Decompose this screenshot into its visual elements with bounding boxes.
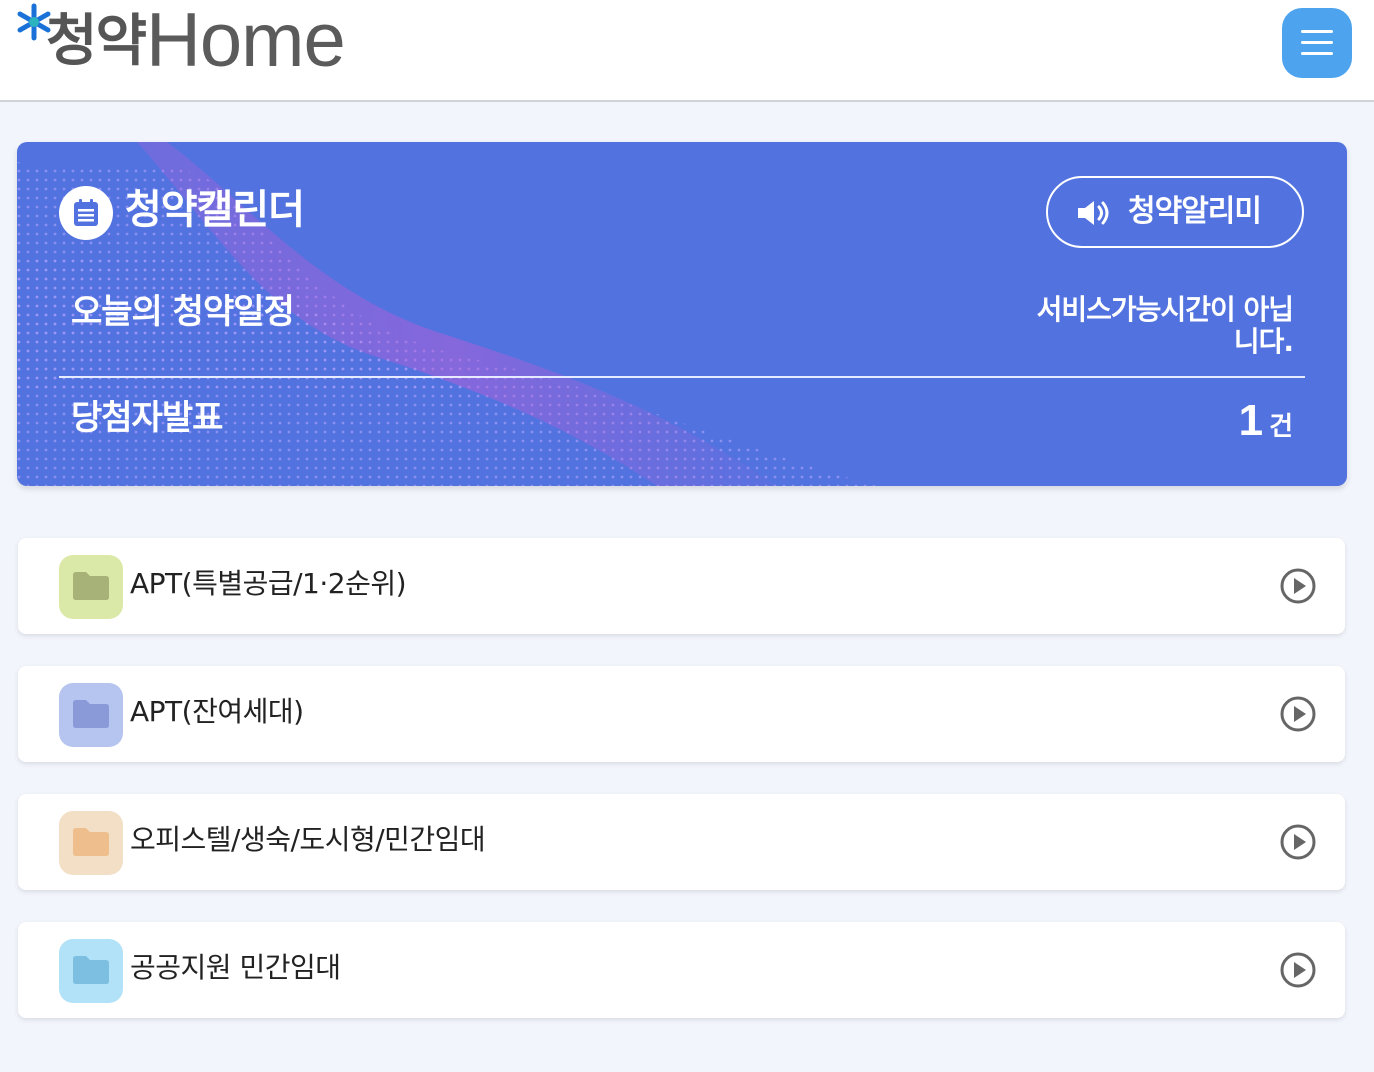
alarm-button-label: 청약알리미 [1128, 195, 1262, 228]
play-circle-icon [1280, 696, 1316, 732]
calendar-divider [59, 376, 1305, 378]
category-label: 공공지원 민간임대 [130, 951, 341, 984]
winner-count-unit: 건 [1269, 412, 1293, 442]
category-label: APT(잔여세대) [130, 695, 304, 728]
winner-announcement-label[interactable]: 당첨자발표 [71, 394, 223, 442]
speaker-icon [1078, 201, 1109, 225]
folder-icon [73, 572, 109, 600]
folder-icon [73, 700, 109, 728]
app-header: 청약 Home [0, 0, 1374, 102]
play-circle-icon [1280, 952, 1316, 988]
folder-icon-badge [59, 811, 123, 875]
folder-icon [73, 828, 109, 856]
category-apt-remaining-units[interactable]: APT(잔여세대) [18, 666, 1345, 762]
site-logo[interactable]: 청약 Home [14, 0, 374, 83]
subscription-alarm-button[interactable]: 청약알리미 [1046, 176, 1304, 248]
logo-korean-text: 청약 [46, 9, 147, 74]
today-schedule-label: 오늘의 청약일정 [71, 292, 295, 332]
folder-icon-badge [59, 939, 123, 1003]
category-officetel-private-rental[interactable]: 오피스텔/생숙/도시형/민간임대 [18, 794, 1345, 890]
folder-icon-badge [59, 683, 123, 747]
calendar-title: 청약캘린더 [125, 187, 305, 233]
category-label: APT(특별공급/1·2순위) [130, 567, 407, 600]
calendar-icon-badge [59, 186, 113, 240]
folder-icon [73, 956, 109, 984]
logo-english-text: Home [146, 0, 346, 83]
category-apt-special-supply[interactable]: APT(특별공급/1·2순위) [18, 538, 1345, 634]
subscription-calendar-card: 청약캘린더 청약알리미 오늘의 청약일정 서비스가능시간이 아닙니다. 당첨자발… [17, 142, 1347, 486]
calendar-icon [74, 199, 98, 226]
winner-announcement-count[interactable]: 1건 [1239, 396, 1293, 446]
play-circle-icon [1280, 568, 1316, 604]
folder-icon-badge [59, 555, 123, 619]
service-status-message: 서비스가능시간이 아닙니다. [1036, 293, 1294, 358]
menu-button[interactable] [1282, 8, 1352, 78]
hamburger-menu-icon [1301, 30, 1333, 55]
winner-count-value: 1 [1238, 396, 1264, 445]
category-label: 오피스텔/생숙/도시형/민간임대 [130, 823, 486, 856]
category-public-private-rental[interactable]: 공공지원 민간임대 [18, 922, 1345, 1018]
play-circle-icon [1280, 824, 1316, 860]
